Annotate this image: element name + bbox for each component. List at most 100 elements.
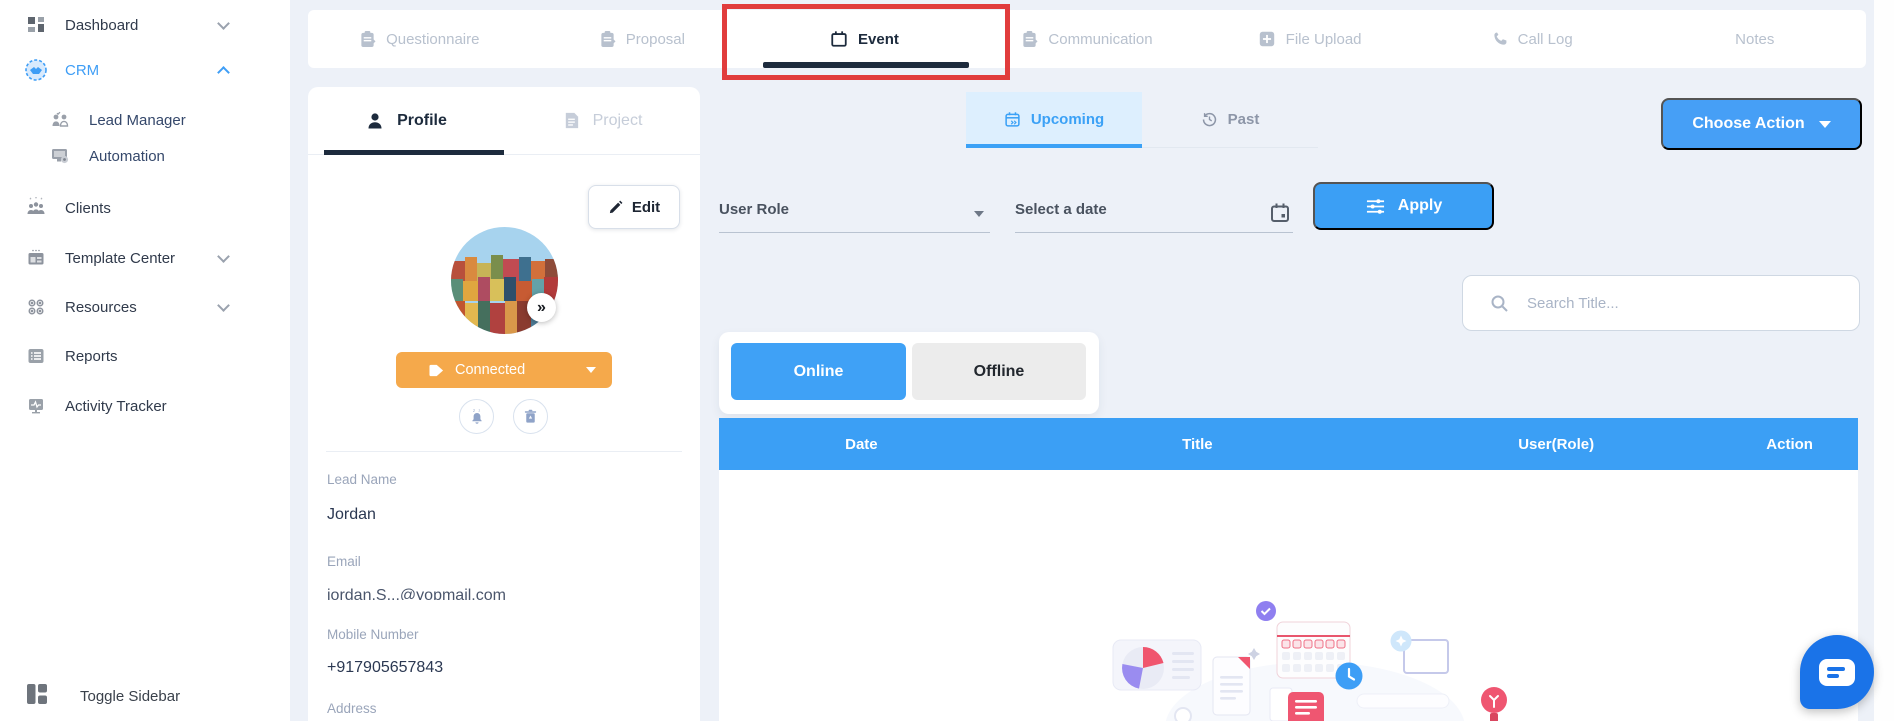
choose-action-button[interactable]: Choose Action <box>1661 98 1862 150</box>
snooze-notification-button[interactable]: zz <box>459 399 494 434</box>
lead-name-label: Lead Name <box>327 472 397 487</box>
column-header-action: Action <box>1766 435 1813 453</box>
tab-label: Upcoming <box>1030 111 1105 128</box>
lead-manager-icon <box>48 108 72 132</box>
edit-button[interactable]: Edit <box>588 185 680 229</box>
calendar-forward-icon <box>1005 112 1020 127</box>
sidebar-item-label: Clients <box>65 199 111 217</box>
user-role-select[interactable]: User Role <box>719 201 990 233</box>
tab-call-log[interactable]: Call Log <box>1421 10 1644 68</box>
tab-past[interactable]: Past <box>1142 92 1318 147</box>
column-header-date: Date <box>845 435 878 453</box>
lead-status-dropdown[interactable]: Connected <box>396 352 612 388</box>
sidebar-item-template-center[interactable]: Template Center <box>24 245 264 271</box>
clipboard-icon <box>601 30 616 48</box>
template-center-icon <box>24 246 48 270</box>
sidebar: Dashboard CRM Lead Manager Automation * * <box>0 0 290 721</box>
sliders-icon <box>1366 198 1384 214</box>
profile-card-tabs: Profile Project <box>308 87 700 155</box>
sidebar-item-label: Template Center <box>65 249 176 267</box>
calendar-icon <box>1269 202 1291 228</box>
delete-lead-button[interactable] <box>513 399 548 434</box>
svg-text:z: z <box>478 408 480 412</box>
toggle-sidebar-icon <box>24 681 50 711</box>
sidebar-item-label: CRM <box>65 61 100 79</box>
crm-app: Dashboard CRM Lead Manager Automation * * <box>0 0 1894 721</box>
search-icon <box>1491 295 1508 312</box>
apply-filters-button[interactable]: Apply <box>1313 182 1494 230</box>
sidebar-item-resources[interactable]: Resources <box>24 294 264 320</box>
column-header-title: Title <box>1182 435 1213 453</box>
tab-questionnaire[interactable]: Questionnaire <box>308 10 531 68</box>
events-table-header: Date Title User(Role) Action <box>719 418 1858 470</box>
divider <box>326 451 682 452</box>
date-picker-field[interactable]: Select a date <box>1015 201 1293 233</box>
address-label: Address <box>327 701 377 716</box>
bell-snooze-icon: zz <box>471 408 482 424</box>
tab-label: Proposal <box>625 30 685 48</box>
sidebar-item-clients[interactable]: * * * Clients <box>24 195 264 221</box>
tab-notes[interactable]: Notes <box>1643 10 1866 68</box>
column-header-user-role: User(Role) <box>1518 435 1595 453</box>
mobile-number-label: Mobile Number <box>327 627 419 642</box>
online-toggle-button[interactable]: Online <box>731 343 906 400</box>
lead-detail-tabbar: Questionnaire Proposal Event Communicati… <box>308 10 1866 68</box>
pencil-icon <box>609 200 623 213</box>
person-icon <box>368 112 382 128</box>
apply-label: Apply <box>1397 197 1443 214</box>
email-value: jordan.S...@yopmail.com <box>327 587 506 600</box>
tab-event[interactable]: Event <box>753 10 976 68</box>
event-period-tabs: Upcoming Past <box>966 92 1318 148</box>
sidebar-item-dashboard[interactable]: Dashboard <box>24 12 264 38</box>
toggle-sidebar-button[interactable]: Toggle Sidebar <box>24 681 180 711</box>
tab-communication[interactable]: Communication <box>976 10 1199 68</box>
chevron-down-icon <box>217 16 230 30</box>
chevron-down-icon <box>586 367 596 373</box>
sidebar-item-activity-tracker[interactable]: Activity Tracker <box>24 393 264 419</box>
sidebar-item-lead-manager[interactable]: Lead Manager <box>48 107 248 133</box>
search-title-input[interactable] <box>1462 275 1860 331</box>
plus-square-icon <box>1259 31 1274 47</box>
tab-project[interactable]: Project <box>504 87 700 154</box>
choose-action-label: Choose Action <box>1692 115 1805 132</box>
tab-label: Questionnaire <box>386 30 480 48</box>
lead-quick-actions: zz <box>459 399 548 434</box>
status-label: Connected <box>455 362 526 378</box>
svg-text:*: * <box>30 198 32 204</box>
chat-widget-button[interactable] <box>1800 635 1874 709</box>
chevron-up-icon <box>217 65 230 79</box>
chevron-down-icon <box>1818 120 1831 128</box>
offline-toggle-button[interactable]: Offline <box>912 343 1086 400</box>
lead-name-value: Jordan <box>327 506 376 523</box>
tab-upcoming[interactable]: Upcoming <box>966 92 1142 148</box>
history-icon <box>1202 112 1216 127</box>
calendar-icon <box>831 31 847 47</box>
clients-icon: * * * <box>24 196 48 220</box>
trash-icon <box>524 409 537 423</box>
tab-profile[interactable]: Profile <box>308 87 504 154</box>
active-tab-underline <box>324 150 504 155</box>
tab-proposal[interactable]: Proposal <box>531 10 754 68</box>
chevron-down-icon <box>217 298 230 312</box>
svg-text:*: * <box>41 198 43 204</box>
tab-label: Past <box>1227 111 1260 128</box>
clipboard-icon <box>1023 30 1038 48</box>
chevron-down-icon <box>974 211 984 217</box>
resources-icon <box>24 295 48 319</box>
sidebar-item-reports[interactable]: Reports <box>24 343 264 369</box>
sidebar-item-label: Lead Manager <box>89 111 186 129</box>
toggle-sidebar-label: Toggle Sidebar <box>80 687 181 705</box>
tab-file-upload[interactable]: File Upload <box>1198 10 1421 68</box>
crm-handshake-icon <box>24 58 48 82</box>
event-mode-card: Online Offline <box>719 332 1099 414</box>
sidebar-item-automation[interactable]: Automation <box>48 143 248 169</box>
phone-icon <box>1494 32 1507 45</box>
user-role-placeholder: User Role <box>719 201 790 218</box>
reports-icon <box>24 344 48 368</box>
sidebar-item-crm[interactable]: CRM <box>24 57 264 83</box>
empty-state-illustration <box>1112 601 1507 721</box>
clipboard-icon <box>361 30 376 48</box>
tab-label: Event <box>858 30 899 48</box>
avatar-next-button[interactable]: » <box>527 293 556 322</box>
tab-label: Communication <box>1048 30 1153 48</box>
